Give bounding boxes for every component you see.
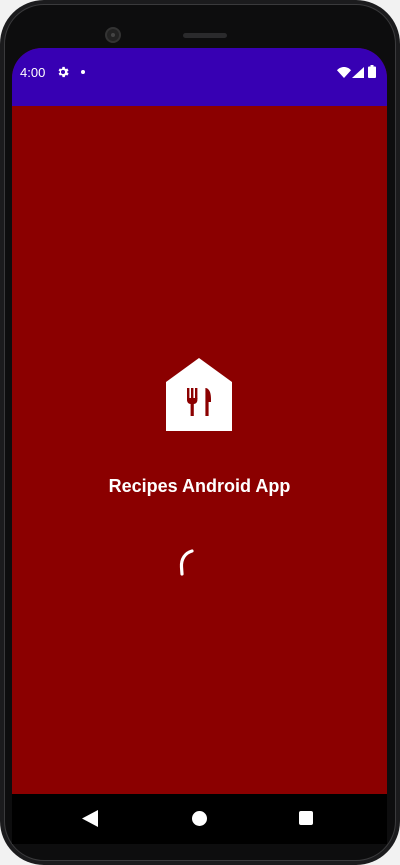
home-icon[interactable] <box>192 811 207 826</box>
battery-icon <box>368 65 376 78</box>
front-camera <box>105 27 121 43</box>
back-icon[interactable] <box>82 810 98 827</box>
signal-icon <box>352 67 364 78</box>
device-frame: 4:00 Recipes Android App <box>0 0 400 865</box>
earpiece-speaker <box>183 33 227 38</box>
restaurant-house-icon <box>166 358 232 431</box>
navigation-bar <box>12 794 387 844</box>
wifi-icon <box>337 67 351 78</box>
status-time: 4:00 <box>20 65 46 80</box>
recents-icon[interactable] <box>299 811 313 825</box>
app-title: Recipes Android App <box>108 476 291 496</box>
status-bar: 4:00 <box>12 48 387 106</box>
gear-icon <box>58 66 69 78</box>
loading-spinner <box>179 549 194 576</box>
notification-dot-icon <box>81 70 85 74</box>
splash-screen: 4:00 Recipes Android App <box>12 48 387 844</box>
